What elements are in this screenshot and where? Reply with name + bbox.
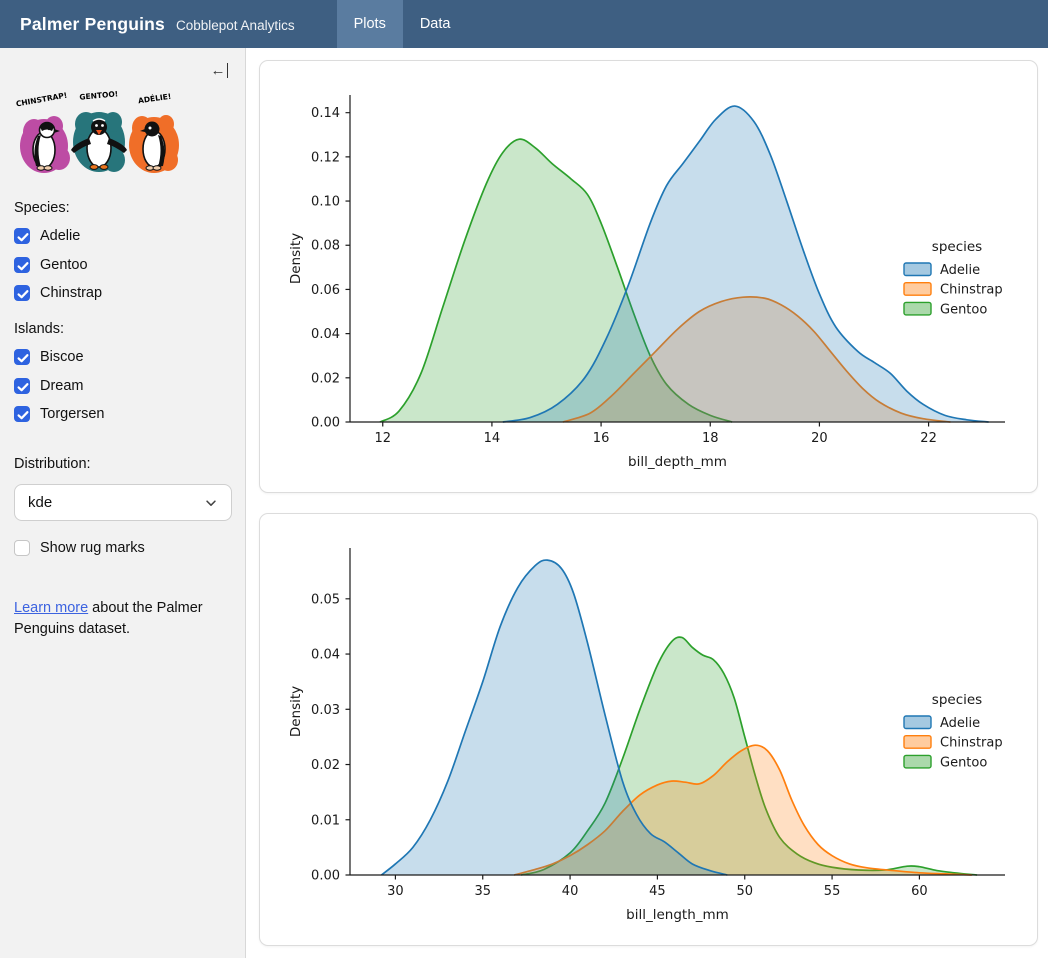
svg-text:35: 35 bbox=[474, 884, 491, 899]
checkbox-biscoe[interactable] bbox=[14, 349, 30, 365]
sidebar-footer: Learn more about the Palmer Penguins dat… bbox=[14, 598, 231, 640]
checkbox-chinstrap[interactable] bbox=[14, 285, 30, 301]
checkbox-torgersen[interactable] bbox=[14, 406, 30, 422]
penguins-artwork: CHINSTRAP! GENTOO! ADÉLIE! bbox=[14, 88, 184, 180]
navbar: Palmer Penguins Cobblepot Analytics Plot… bbox=[0, 0, 1048, 48]
checkbox-row-gentoo[interactable]: Gentoo bbox=[14, 257, 231, 273]
rug-marks-checkbox[interactable] bbox=[14, 540, 30, 556]
bill-length-density-chart: 30 35 40 45 50 55 60 0.00 0.01 0.02 0.03 0.04 0.05 bi… bbox=[266, 520, 1031, 939]
checkbox-row-adelie[interactable]: Adelie bbox=[14, 228, 231, 244]
checkbox-row-chinstrap[interactable]: Chinstrap bbox=[14, 285, 231, 301]
svg-text:Adelie: Adelie bbox=[940, 263, 980, 278]
adelie-label: ADÉLIE! bbox=[138, 92, 172, 106]
svg-text:20: 20 bbox=[811, 431, 828, 446]
checkbox-label-biscoe: Biscoe bbox=[40, 349, 84, 365]
svg-text:species: species bbox=[932, 239, 982, 255]
svg-text:0.14: 0.14 bbox=[311, 106, 340, 121]
collapse-left-arrow-icon: ← bbox=[211, 63, 226, 78]
svg-text:0.06: 0.06 bbox=[311, 283, 340, 298]
species-group-label: Species: bbox=[14, 200, 231, 216]
distribution-selected-value: kde bbox=[28, 494, 52, 511]
svg-text:bill_depth_mm: bill_depth_mm bbox=[628, 454, 727, 470]
svg-text:40: 40 bbox=[562, 884, 579, 899]
nav-tabs: PlotsData bbox=[337, 0, 468, 48]
tab-data[interactable]: Data bbox=[403, 0, 468, 48]
svg-text:45: 45 bbox=[649, 884, 666, 899]
collapse-bar-icon bbox=[227, 63, 229, 78]
checkbox-row-dream[interactable]: Dream bbox=[14, 378, 231, 394]
bill-depth-card: 12 14 16 18 20 22 0.00 0.02 0.04 0.06 0.08 0.10 0.12… bbox=[259, 60, 1038, 493]
svg-text:14: 14 bbox=[484, 431, 501, 446]
svg-text:Chinstrap: Chinstrap bbox=[940, 736, 1003, 751]
svg-text:0.04: 0.04 bbox=[311, 648, 340, 663]
checkbox-label-gentoo: Gentoo bbox=[40, 257, 88, 273]
check-icon bbox=[15, 229, 31, 245]
checkbox-label-chinstrap: Chinstrap bbox=[40, 285, 102, 301]
distribution-select[interactable]: kde bbox=[14, 484, 232, 521]
svg-text:species: species bbox=[932, 692, 982, 708]
svg-text:60: 60 bbox=[911, 884, 928, 899]
svg-text:16: 16 bbox=[593, 431, 610, 446]
app-brand: Palmer Penguins Cobblepot Analytics bbox=[20, 14, 295, 35]
tab-plots[interactable]: Plots bbox=[337, 0, 403, 48]
svg-text:0.03: 0.03 bbox=[311, 703, 340, 718]
check-icon bbox=[15, 407, 31, 423]
svg-text:bill_length_mm: bill_length_mm bbox=[626, 907, 729, 923]
rug-marks-checkbox-row[interactable]: Show rug marks bbox=[14, 540, 231, 556]
svg-text:22: 22 bbox=[920, 431, 937, 446]
svg-text:0.00: 0.00 bbox=[311, 416, 340, 431]
svg-text:0.00: 0.00 bbox=[311, 869, 340, 884]
svg-text:Gentoo: Gentoo bbox=[940, 755, 987, 770]
app-title: Palmer Penguins bbox=[20, 14, 165, 35]
svg-text:0.02: 0.02 bbox=[311, 371, 340, 386]
svg-text:Gentoo: Gentoo bbox=[940, 302, 987, 317]
checkbox-adelie[interactable] bbox=[14, 228, 30, 244]
svg-text:0.08: 0.08 bbox=[311, 239, 340, 254]
sidebar: ← bbox=[0, 48, 246, 958]
bill-depth-density-chart: 12 14 16 18 20 22 0.00 0.02 0.04 0.06 0.08 0.10 0.12… bbox=[266, 67, 1031, 486]
check-icon bbox=[15, 379, 31, 395]
checkbox-label-torgersen: Torgersen bbox=[40, 406, 104, 422]
svg-text:18: 18 bbox=[702, 431, 719, 446]
main-content: 12 14 16 18 20 22 0.00 0.02 0.04 0.06 0.08 0.10 0.12… bbox=[246, 48, 1048, 958]
svg-text:Density: Density bbox=[288, 686, 304, 737]
svg-text:55: 55 bbox=[824, 884, 841, 899]
svg-text:0.02: 0.02 bbox=[311, 758, 340, 773]
bill-length-card: 30 35 40 45 50 55 60 0.00 0.01 0.02 0.03 0.04 0.05 bi… bbox=[259, 513, 1038, 946]
svg-text:0.01: 0.01 bbox=[311, 813, 340, 828]
svg-text:Density: Density bbox=[288, 233, 304, 284]
svg-text:0.10: 0.10 bbox=[311, 195, 340, 210]
chevron-down-icon bbox=[204, 496, 218, 510]
check-icon bbox=[15, 350, 31, 366]
sidebar-collapse-button[interactable]: ← bbox=[211, 63, 229, 78]
checkbox-row-torgersen[interactable]: Torgersen bbox=[14, 406, 231, 422]
app-subtitle: Cobblepot Analytics bbox=[176, 18, 295, 33]
svg-text:0.04: 0.04 bbox=[311, 327, 340, 342]
svg-text:Chinstrap: Chinstrap bbox=[940, 283, 1003, 298]
checkbox-label-adelie: Adelie bbox=[40, 228, 80, 244]
svg-text:30: 30 bbox=[387, 884, 404, 899]
gentoo-label: GENTOO! bbox=[79, 89, 118, 101]
species-checkbox-group: Adelie Gentoo Chinstrap bbox=[14, 228, 231, 301]
learn-more-link[interactable]: Learn more bbox=[14, 600, 88, 616]
svg-text:Adelie: Adelie bbox=[940, 716, 980, 731]
svg-text:0.05: 0.05 bbox=[311, 592, 340, 607]
distribution-label: Distribution: bbox=[14, 456, 231, 472]
checkbox-dream[interactable] bbox=[14, 378, 30, 394]
chinstrap-label: CHINSTRAP! bbox=[15, 91, 68, 109]
check-icon bbox=[15, 286, 31, 302]
checkbox-label-dream: Dream bbox=[40, 378, 84, 394]
check-icon bbox=[15, 258, 31, 274]
checkbox-gentoo[interactable] bbox=[14, 257, 30, 273]
svg-text:12: 12 bbox=[374, 431, 391, 446]
svg-text:0.12: 0.12 bbox=[311, 150, 340, 165]
islands-checkbox-group: Biscoe Dream Torgersen bbox=[14, 349, 231, 422]
islands-group-label: Islands: bbox=[14, 321, 231, 337]
checkbox-row-biscoe[interactable]: Biscoe bbox=[14, 349, 231, 365]
rug-marks-label: Show rug marks bbox=[40, 540, 145, 556]
svg-text:50: 50 bbox=[736, 884, 753, 899]
